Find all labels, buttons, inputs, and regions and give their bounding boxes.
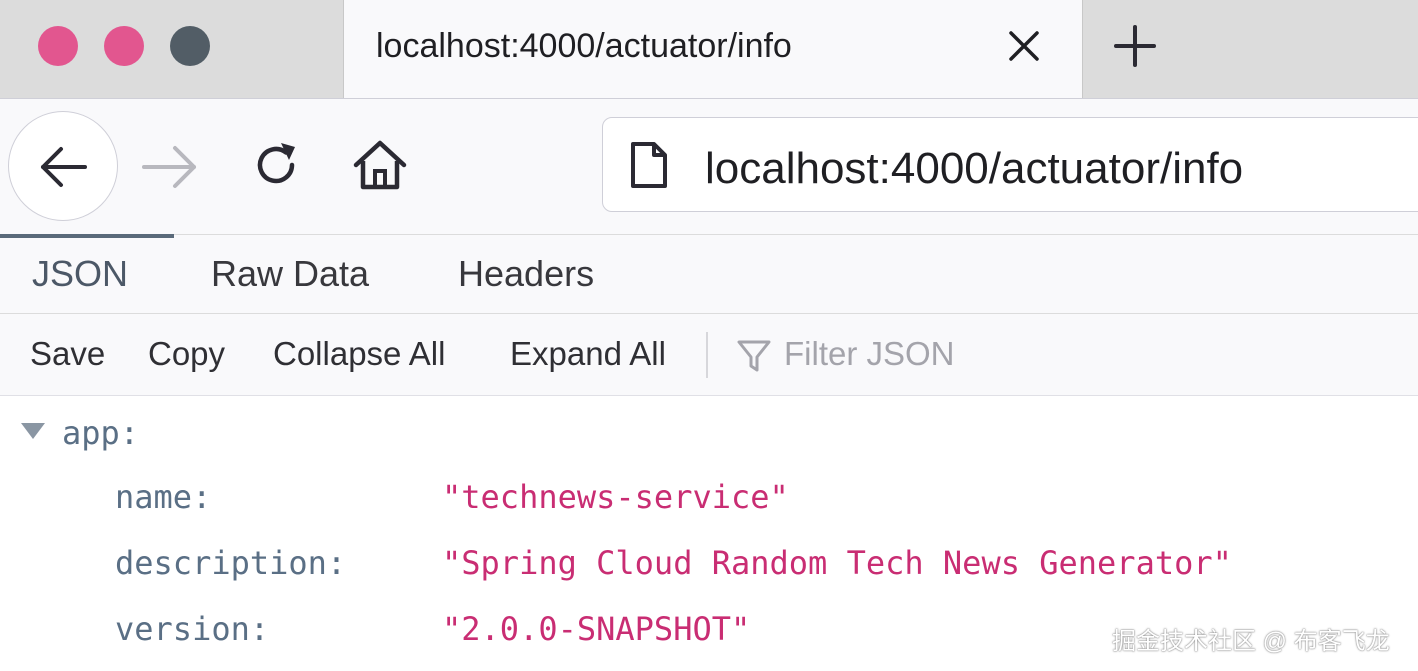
close-icon[interactable]	[1006, 28, 1042, 64]
save-button[interactable]: Save	[30, 335, 105, 373]
copy-button[interactable]: Copy	[148, 335, 225, 373]
json-row: description: "Spring Cloud Random Tech N…	[0, 544, 1418, 604]
json-key: name:	[115, 478, 212, 516]
back-button[interactable]	[8, 111, 118, 221]
tab-json[interactable]: JSON	[32, 253, 128, 295]
tab-headers[interactable]: Headers	[458, 253, 594, 295]
new-tab-plus-icon[interactable]	[1113, 24, 1157, 68]
json-root-key[interactable]: app:	[62, 414, 139, 452]
browser-tab[interactable]: localhost:4000/actuator/info	[343, 0, 1083, 100]
forward-arrow-icon[interactable]	[140, 142, 200, 192]
collapse-all-button[interactable]: Collapse All	[273, 335, 445, 373]
window-minimize-button[interactable]	[104, 26, 144, 66]
toolbar-divider	[706, 332, 708, 378]
tab-title: localhost:4000/actuator/info	[376, 27, 792, 65]
filter-json-input[interactable]	[784, 332, 1144, 376]
reload-icon[interactable]	[248, 137, 304, 193]
back-arrow-icon	[41, 147, 87, 187]
json-viewer-tabs: JSON Raw Data Headers	[0, 234, 1418, 314]
window-close-button[interactable]	[38, 26, 78, 66]
json-value: "2.0.0-SNAPSHOT"	[442, 610, 751, 648]
active-tab-indicator	[0, 234, 174, 238]
json-value: "technews-service"	[442, 478, 789, 516]
url-text: localhost:4000/actuator/info	[705, 144, 1244, 193]
json-action-toolbar: Save Copy Collapse All Expand All	[0, 314, 1418, 396]
json-key: description:	[115, 544, 347, 582]
json-value: "Spring Cloud Random Tech News Generator…	[442, 544, 1232, 582]
json-key: version:	[115, 610, 270, 648]
home-icon[interactable]	[350, 135, 410, 195]
page-icon	[631, 142, 667, 188]
funnel-icon	[737, 340, 771, 372]
filter-json	[736, 332, 1156, 378]
expand-triangle-icon[interactable]	[20, 422, 46, 440]
window-maximize-button[interactable]	[170, 26, 210, 66]
address-bar[interactable]: localhost:4000/actuator/info	[602, 117, 1418, 212]
json-row: name: "technews-service"	[0, 478, 1418, 538]
navigation-toolbar: localhost:4000/actuator/info	[0, 98, 1418, 234]
tab-strip: localhost:4000/actuator/info	[0, 0, 1418, 100]
expand-all-button[interactable]: Expand All	[510, 335, 666, 373]
tab-raw-data[interactable]: Raw Data	[211, 253, 369, 295]
watermark-text: 掘金技术社区 @ 布客飞龙	[1112, 628, 1390, 655]
